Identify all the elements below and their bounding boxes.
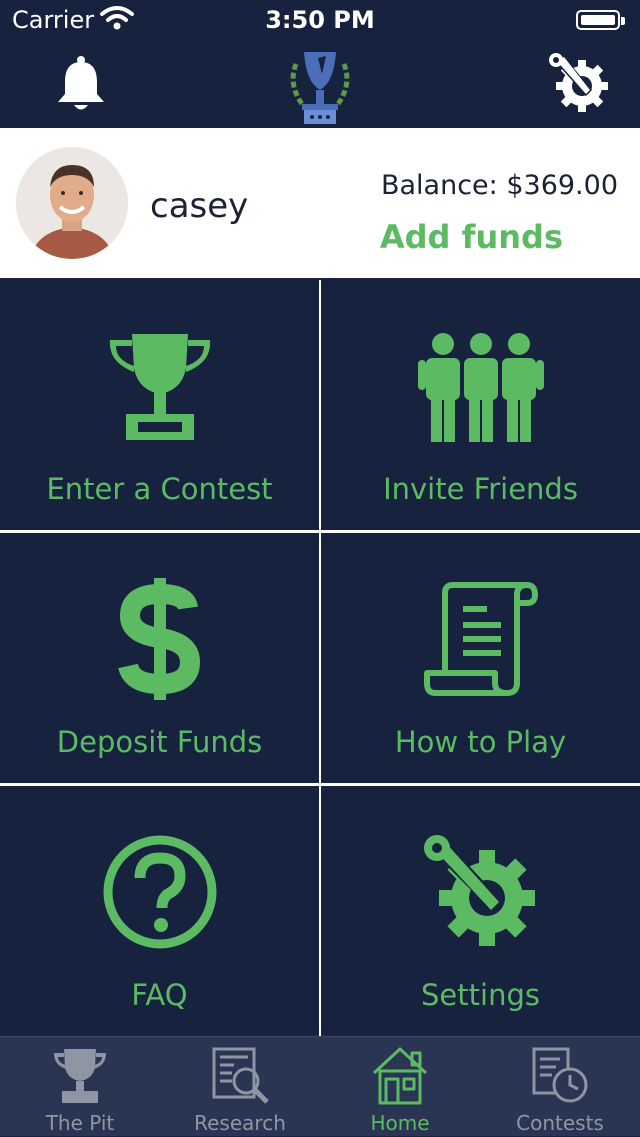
tab-bar: The Pit Research Home Contests bbox=[0, 1036, 640, 1136]
tab-label: Contests bbox=[516, 1111, 604, 1135]
tile-how-to-play[interactable]: How to Play bbox=[321, 533, 640, 783]
balance-label: Balance: $369.00 bbox=[380, 170, 618, 201]
home-icon bbox=[372, 1047, 428, 1105]
people-icon bbox=[417, 333, 544, 442]
tile-enter-contest[interactable]: Enter a Contest bbox=[0, 280, 319, 530]
tile-deposit-funds[interactable]: Deposit Funds bbox=[0, 533, 319, 783]
avatar[interactable] bbox=[16, 147, 128, 259]
settings-gear-icon[interactable] bbox=[546, 50, 610, 114]
tab-contests[interactable]: Contests bbox=[480, 1037, 640, 1137]
question-icon bbox=[103, 835, 216, 949]
dollar-icon bbox=[117, 578, 200, 700]
tab-label: Research bbox=[194, 1111, 286, 1135]
research-icon bbox=[212, 1047, 269, 1104]
tile-label: How to Play bbox=[394, 725, 567, 759]
battery-icon bbox=[576, 10, 625, 30]
tab-the-pit[interactable]: The Pit bbox=[0, 1037, 160, 1137]
home-menu-grid: Enter a Contest Invite Friends Deposit F… bbox=[0, 280, 640, 1036]
tile-label: Enter a Contest bbox=[46, 472, 273, 506]
nav-bar bbox=[0, 40, 640, 128]
add-funds-link[interactable]: Add funds bbox=[380, 218, 563, 256]
clock: 3:50 PM bbox=[265, 6, 375, 34]
tab-label: The Pit bbox=[45, 1111, 115, 1135]
tile-label: FAQ bbox=[131, 978, 188, 1012]
contests-icon bbox=[532, 1047, 588, 1103]
tile-settings[interactable]: Settings bbox=[321, 786, 640, 1036]
tile-faq[interactable]: FAQ bbox=[0, 786, 319, 1036]
bell-icon[interactable] bbox=[50, 54, 112, 116]
trophy-logo bbox=[290, 52, 350, 124]
tile-invite-friends[interactable]: Invite Friends bbox=[321, 280, 640, 530]
settings-gear-icon bbox=[423, 835, 535, 946]
status-bar: Carrier 3:50 PM bbox=[0, 0, 640, 40]
tab-home[interactable]: Home bbox=[320, 1037, 480, 1137]
trophy-icon bbox=[109, 334, 210, 440]
tile-label: Invite Friends bbox=[383, 472, 578, 506]
tab-label: Home bbox=[370, 1111, 430, 1135]
username: casey bbox=[150, 186, 249, 226]
tab-research[interactable]: Research bbox=[160, 1037, 320, 1137]
profile-header: casey Balance: $369.00 Add funds bbox=[0, 128, 640, 278]
tile-label: Settings bbox=[421, 978, 540, 1012]
trophy-icon bbox=[54, 1049, 106, 1103]
tile-label: Deposit Funds bbox=[56, 725, 263, 759]
scroll-icon bbox=[423, 582, 538, 696]
